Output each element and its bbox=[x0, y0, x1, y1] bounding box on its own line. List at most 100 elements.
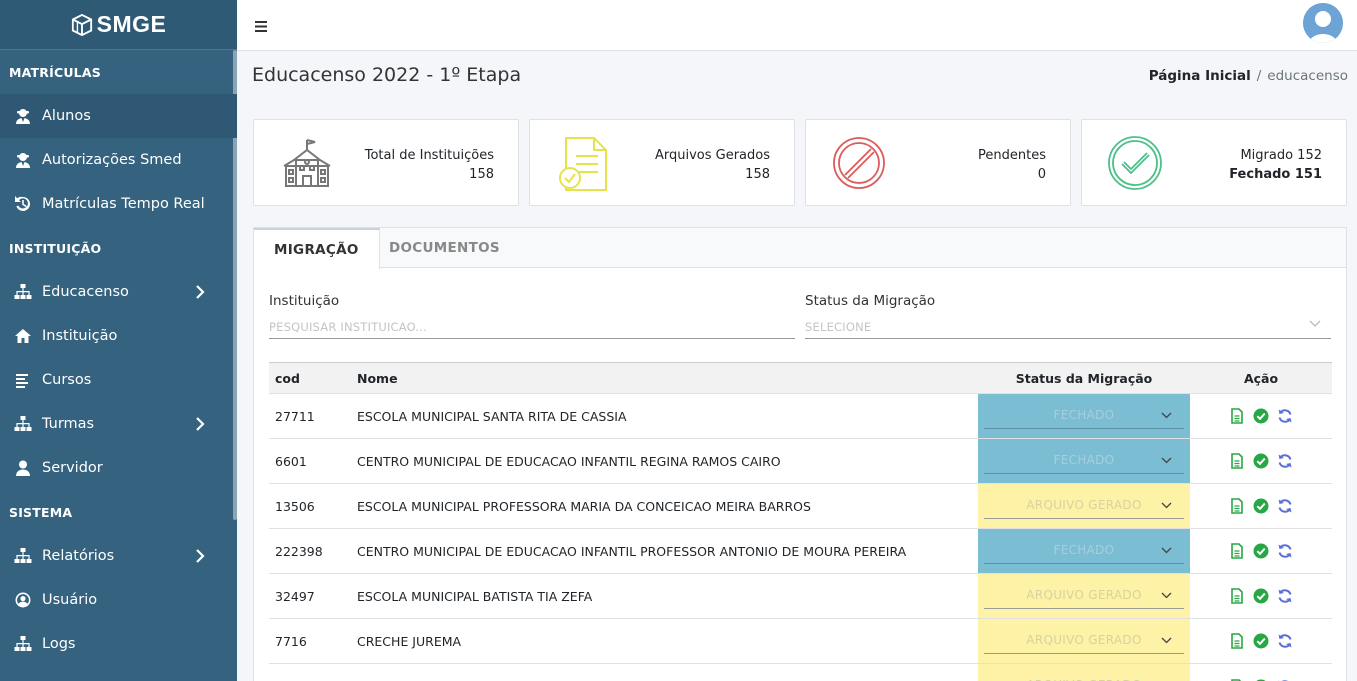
status-dropdown[interactable]: FECHADO bbox=[984, 403, 1184, 429]
file-icon[interactable] bbox=[1229, 543, 1245, 560]
sync-icon[interactable] bbox=[1277, 453, 1293, 469]
tabs: MIGRAÇÃO DOCUMENTOS bbox=[254, 228, 1346, 269]
sidebar-item-cursos[interactable]: Cursos bbox=[0, 358, 237, 402]
sidebar-item-label: Logs bbox=[42, 636, 76, 652]
sidebar-item-label: Cursos bbox=[42, 372, 92, 388]
table-row[interactable]: 27711 ESCOLA MUNICIPAL SANTA RITA DE CAS… bbox=[269, 393, 1332, 439]
sync-icon[interactable] bbox=[1277, 543, 1293, 559]
cube-logo-icon bbox=[71, 13, 92, 36]
cell-cod: 6601 bbox=[269, 438, 351, 484]
table-row[interactable]: 32497 ESCOLA MUNICIPAL BATISTA TIA ZEFA … bbox=[269, 573, 1332, 619]
sidebar-item-alunos[interactable]: Alunos bbox=[0, 94, 237, 138]
check-circle-icon[interactable] bbox=[1253, 408, 1269, 424]
cell-acao bbox=[1190, 438, 1332, 484]
cell-nome: CENTRO MUNICIPAL DE EDUCACAO INFANTIL RE… bbox=[351, 438, 978, 484]
user-tie-icon bbox=[16, 109, 30, 124]
table-header-row: cod Nome Status da Migração Ação bbox=[269, 362, 1332, 394]
table-row[interactable]: 222398 CENTRO MUNICIPAL DE EDUCACAO INFA… bbox=[269, 528, 1332, 574]
chevron-down-icon bbox=[1161, 547, 1172, 554]
file-icon[interactable] bbox=[1229, 453, 1245, 470]
cell-acao bbox=[1190, 528, 1332, 574]
chevron-down-icon bbox=[1309, 320, 1321, 327]
sidebar-item-autorizacoes-smed[interactable]: Autorizações Smed bbox=[0, 138, 237, 182]
stat-value: 158 bbox=[469, 167, 494, 182]
breadcrumb-home[interactable]: Página Inicial bbox=[1149, 68, 1251, 84]
status-value: ARQUIVO GERADO bbox=[1026, 633, 1142, 647]
check-circle-icon[interactable] bbox=[1253, 498, 1269, 514]
topbar bbox=[237, 0, 1357, 51]
stat-pendentes: Pendentes 0 bbox=[805, 119, 1071, 206]
sync-icon[interactable] bbox=[1277, 588, 1293, 604]
table-row[interactable]: 7716 CRECHE JUREMA ARQUIVO GERADO bbox=[269, 618, 1332, 664]
sidebar-item-logs[interactable]: Logs bbox=[0, 622, 237, 666]
file-icon[interactable] bbox=[1229, 633, 1245, 650]
file-icon[interactable] bbox=[1229, 408, 1245, 425]
status-value: ARQUIVO GERADO bbox=[1026, 498, 1142, 512]
status-dropdown[interactable]: ARQUIVO GERADO bbox=[984, 628, 1184, 654]
status-dropdown[interactable]: FECHADO bbox=[984, 538, 1184, 564]
status-select-placeholder: SELECIONE bbox=[805, 320, 872, 334]
sidebar-item-educacenso[interactable]: Educacenso bbox=[0, 270, 237, 314]
table-row[interactable]: 6601 CENTRO MUNICIPAL DE EDUCACAO INFANT… bbox=[269, 438, 1332, 484]
status-dropdown[interactable]: ARQUIVO GERADO bbox=[984, 493, 1184, 519]
check-circle-icon[interactable] bbox=[1253, 588, 1269, 604]
chevron-down-icon bbox=[1161, 412, 1172, 419]
nav-header: MATRÍCULAS bbox=[9, 64, 101, 80]
table-row[interactable]: 13506 ESCOLA MUNICIPAL PROFESSORA MARIA … bbox=[269, 483, 1332, 529]
sidebar-item-label: Autorizações Smed bbox=[42, 152, 182, 168]
chevron-down-icon bbox=[1161, 592, 1172, 599]
status-dropdown[interactable]: ARQUIVO GERADO bbox=[984, 583, 1184, 609]
nav-header: INSTITUIÇÃO bbox=[9, 240, 102, 256]
sidebar-item-matriculas-tempo-real[interactable]: Matrículas Tempo Real bbox=[0, 182, 237, 226]
sidebar-item-turmas[interactable]: Turmas bbox=[0, 402, 237, 446]
chevron-right-icon bbox=[196, 417, 205, 431]
status-dropdown[interactable]: FECHADO bbox=[984, 448, 1184, 474]
cell-cod: 13506 bbox=[269, 483, 351, 529]
ban-icon bbox=[833, 137, 885, 189]
sidebar-item-label: Educacenso bbox=[42, 284, 129, 300]
brand[interactable]: SMGE bbox=[0, 0, 237, 50]
check-circle-icon[interactable] bbox=[1253, 633, 1269, 649]
cell-acao bbox=[1190, 483, 1332, 529]
user-avatar-icon[interactable] bbox=[1303, 3, 1343, 43]
cell-cod: 27711 bbox=[269, 393, 351, 439]
stat-migrado: Migrado 152 Fechado 151 bbox=[1081, 119, 1347, 206]
status-dropdown[interactable]: ARQUIVO GERADO bbox=[984, 673, 1184, 681]
cell-status: ARQUIVO GERADO bbox=[978, 483, 1190, 529]
sync-icon[interactable] bbox=[1277, 498, 1293, 514]
cell-status: ARQUIVO GERADO bbox=[978, 663, 1190, 681]
stat-value: 0 bbox=[1037, 167, 1046, 182]
cell-cod: 7716 bbox=[269, 618, 351, 664]
table-row[interactable]: ARQUIVO GERADO bbox=[269, 663, 1332, 681]
col-acao: Ação bbox=[1190, 362, 1332, 394]
stat-arquivos-gerados: Arquivos Gerados 158 bbox=[529, 119, 795, 206]
status-value: ARQUIVO GERADO bbox=[1026, 588, 1142, 602]
cell-nome: CENTRO MUNICIPAL DE EDUCACAO INFANTIL PR… bbox=[351, 528, 978, 574]
cell-cod: 222398 bbox=[269, 528, 351, 574]
sync-icon[interactable] bbox=[1277, 633, 1293, 649]
stat-value: Fechado 151 bbox=[1229, 167, 1322, 182]
user-icon bbox=[16, 460, 30, 476]
status-select[interactable]: SELECIONE bbox=[805, 317, 1331, 339]
tab-documentos[interactable]: DOCUMENTOS bbox=[369, 228, 520, 268]
col-cod[interactable]: cod bbox=[269, 362, 351, 394]
sidebar-item-usuario[interactable]: Usuário bbox=[0, 578, 237, 622]
cell-nome: ESCOLA MUNICIPAL BATISTA TIA ZEFA bbox=[351, 573, 978, 619]
file-icon[interactable] bbox=[1229, 588, 1245, 605]
status-value: FECHADO bbox=[1053, 408, 1115, 422]
col-nome[interactable]: Nome bbox=[351, 362, 978, 394]
check-circle-icon[interactable] bbox=[1253, 543, 1269, 559]
col-status[interactable]: Status da Migração bbox=[978, 362, 1190, 394]
check-circle-icon[interactable] bbox=[1253, 453, 1269, 469]
file-icon[interactable] bbox=[1229, 498, 1245, 515]
tab-migracao[interactable]: MIGRAÇÃO bbox=[254, 228, 380, 269]
sidebar-item-instituicao[interactable]: Instituição bbox=[0, 314, 237, 358]
instituicao-search-input[interactable]: PESQUISAR INSTITUICAO... bbox=[269, 317, 795, 339]
institutions-table: cod Nome Status da Migração Ação 27711 E… bbox=[269, 362, 1332, 681]
sidebar-item-servidor[interactable]: Servidor bbox=[0, 446, 237, 490]
sync-icon[interactable] bbox=[1277, 408, 1293, 424]
history-icon bbox=[15, 196, 31, 211]
hamburger-icon[interactable] bbox=[255, 17, 267, 36]
cell-nome: CRECHE JUREMA bbox=[351, 618, 978, 664]
sidebar-item-relatorios[interactable]: Relatórios bbox=[0, 534, 237, 578]
